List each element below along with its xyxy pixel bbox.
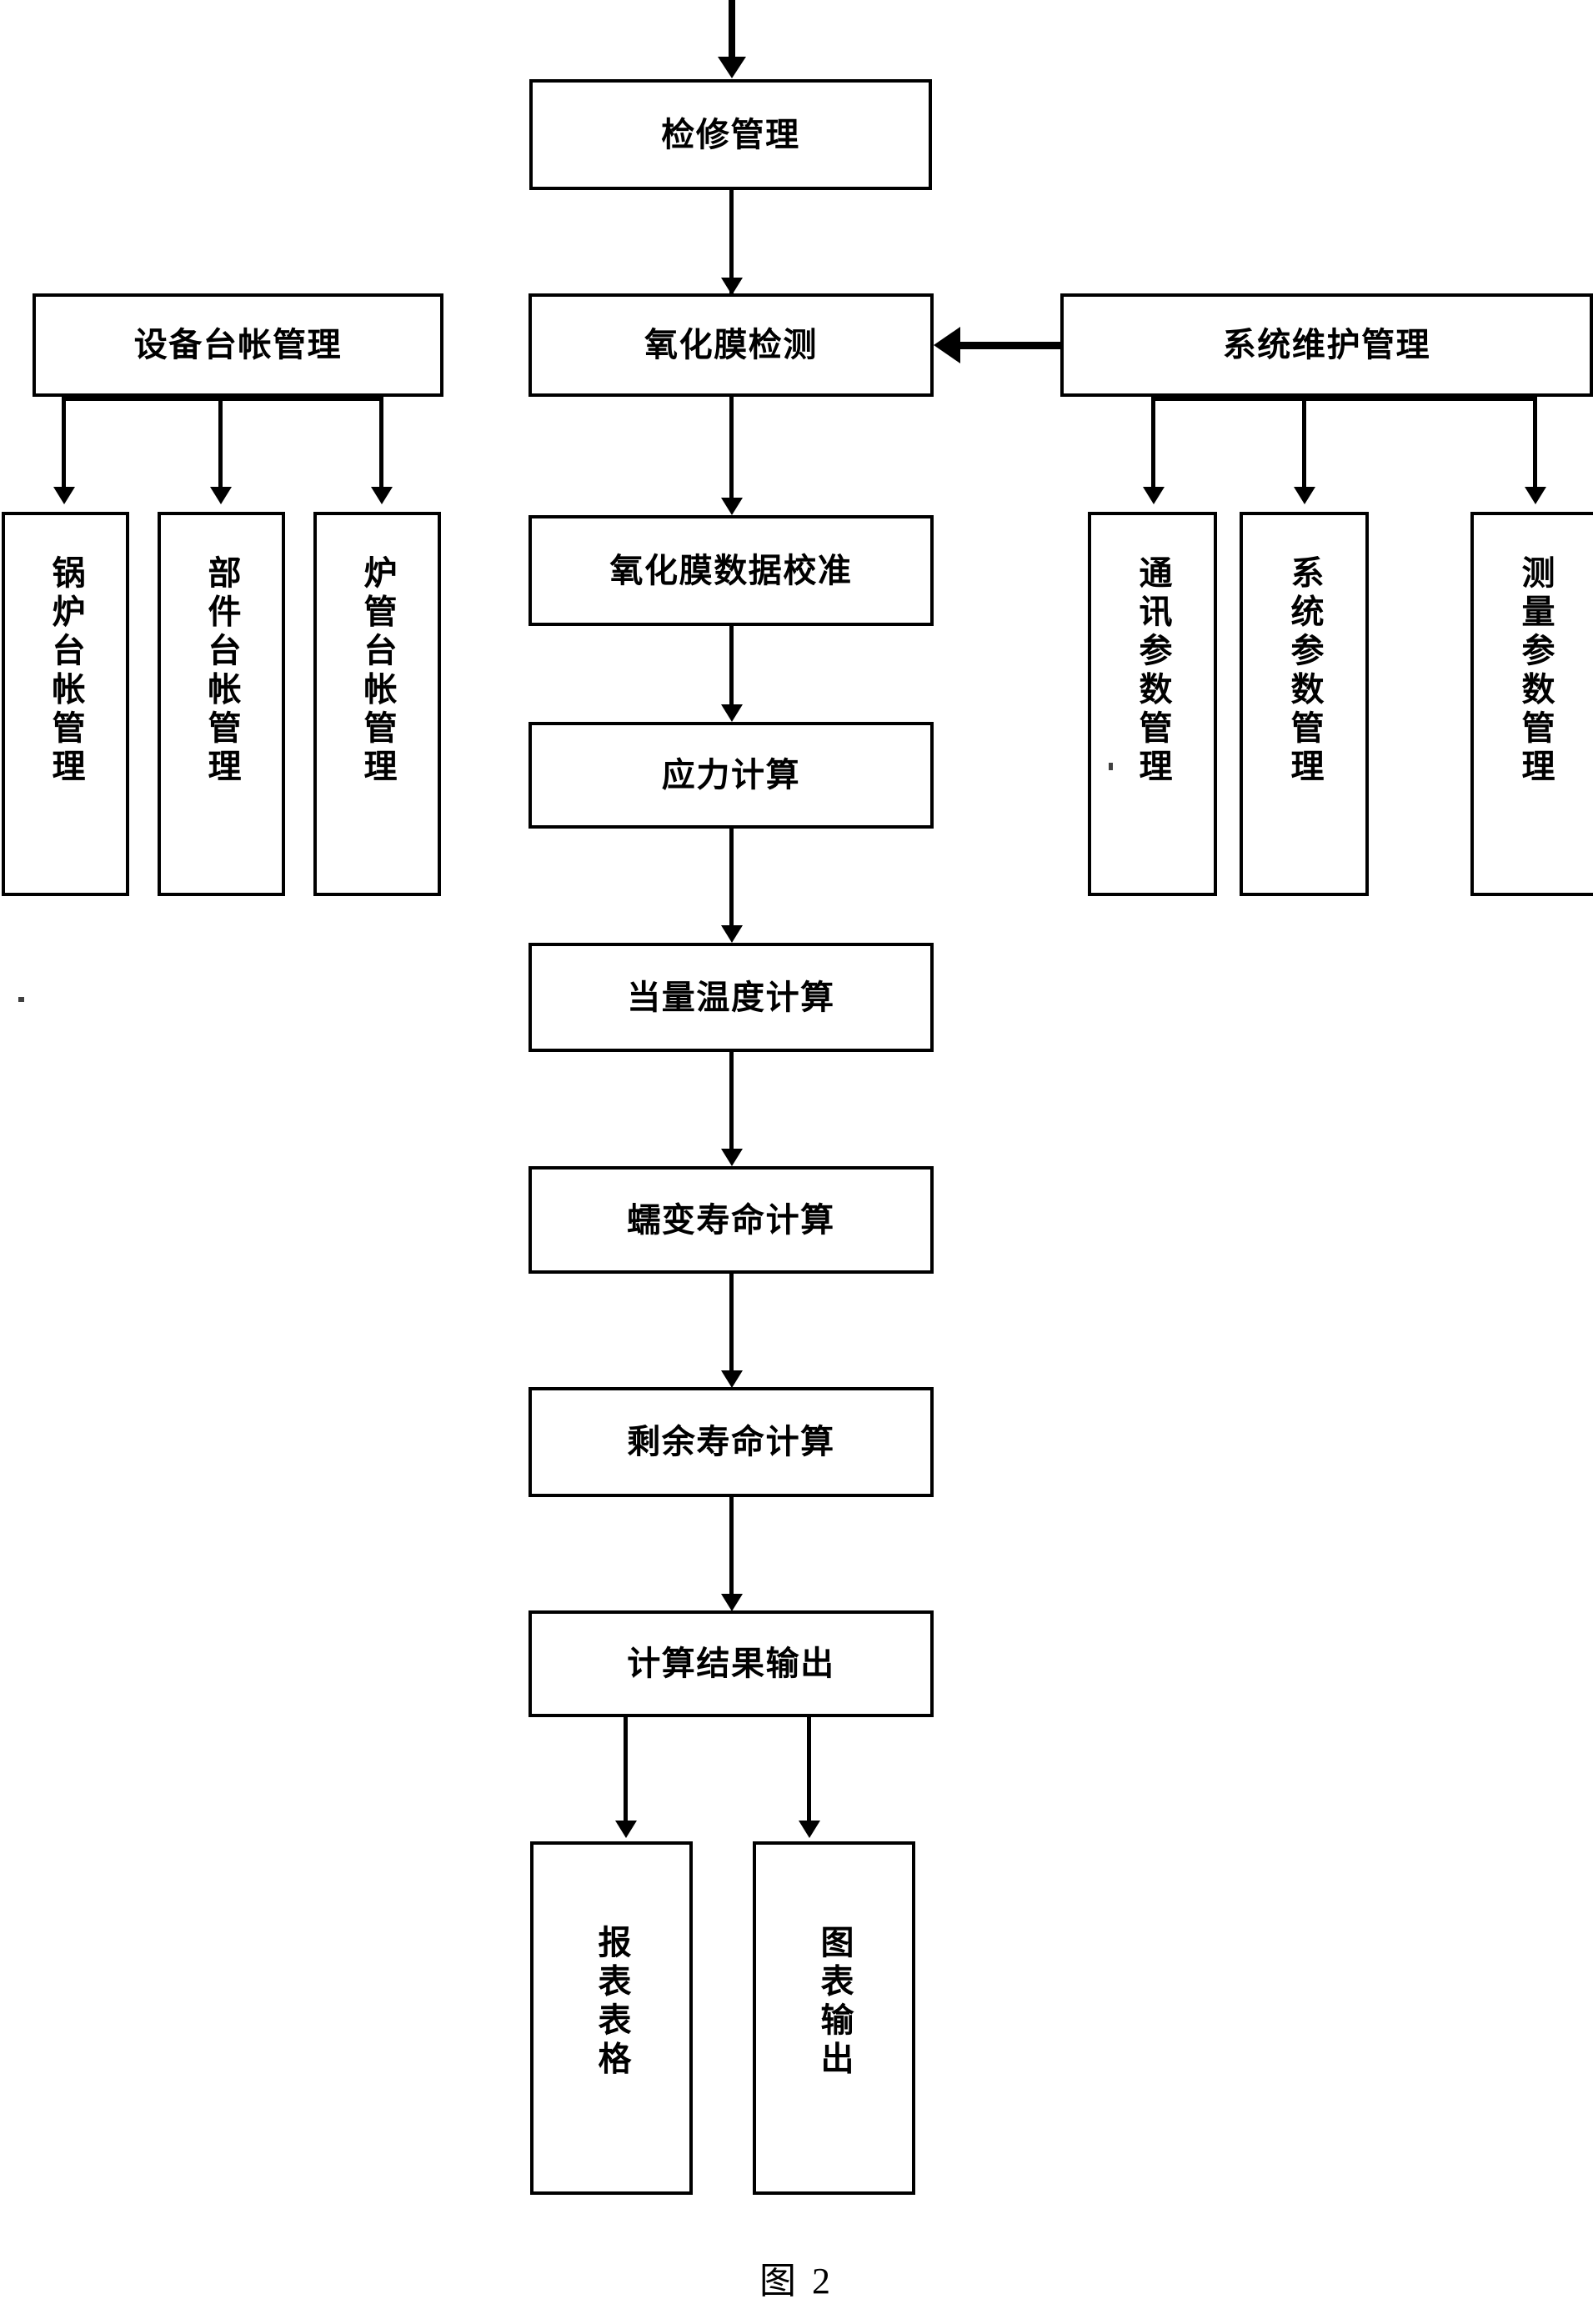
arrowhead-down-icon (1525, 487, 1546, 504)
node-communication-parameter-management[interactable]: 通讯参数管理 (1088, 512, 1217, 896)
arrowhead-down-icon (721, 1149, 743, 1166)
node-system-maintenance-management-label: 系统维护管理 (1222, 326, 1431, 364)
edge-stress-calculation-to-equivalent-temperature-calculation (729, 829, 734, 937)
node-calculation-result-output-label: 计算结果输出 (627, 1645, 835, 1683)
node-remaining-life-calculation-label: 剩余寿命计算 (627, 1423, 835, 1461)
node-system-parameter-management-label: 系统参数管理 (1285, 555, 1324, 788)
edge-system-maintenance-to-system-parameter (1302, 397, 1306, 490)
node-equivalent-temperature-calculation-label: 当量温度计算 (627, 978, 835, 1016)
node-equipment-ledger-management-label: 设备台帐管理 (133, 326, 343, 364)
edge-system-maintenance-to-communication-parameter (1151, 397, 1155, 490)
node-report-table[interactable]: 报表表格 (530, 1841, 693, 2195)
figure-caption: 图 2 (759, 2261, 834, 2301)
node-boiler-ledger-management-label: 锅炉台帐管理 (47, 555, 85, 788)
node-system-parameter-management[interactable]: 系统参数管理 (1240, 512, 1369, 896)
node-creep-life-calculation-label: 蠕变寿命计算 (627, 1200, 835, 1239)
arrowhead-down-icon (718, 57, 746, 78)
arrowhead-down-icon (371, 487, 393, 504)
edge-equipment-ledger-to-component-ledger (218, 397, 223, 490)
edge-calculation-result-output-to-report-table (624, 1717, 628, 1832)
node-measurement-parameter-management[interactable]: 测量参数管理 (1470, 512, 1593, 896)
node-calculation-result-output[interactable]: 计算结果输出 (528, 1610, 934, 1717)
node-remaining-life-calculation[interactable]: 剩余寿命计算 (528, 1387, 934, 1497)
node-oxide-film-data-calibration-label: 氧化膜数据校准 (609, 551, 853, 589)
arrowhead-left-icon (934, 327, 960, 363)
edge-remaining-life-calculation-to-calculation-result-output (729, 1497, 734, 1605)
node-stress-calculation-label: 应力计算 (661, 756, 801, 794)
edge-system-maintenance-branch-bus (1151, 397, 1536, 401)
edge-oxide-film-detection-to-oxide-film-data-calibration (729, 397, 734, 509)
node-maintenance-management[interactable]: 检修管理 (529, 79, 932, 190)
node-boiler-ledger-management[interactable]: 锅炉台帐管理 (2, 512, 129, 896)
node-oxide-film-detection-label: 氧化膜检测 (644, 326, 818, 364)
node-equipment-ledger-management[interactable]: 设备台帐管理 (33, 293, 443, 397)
node-furnace-tube-ledger-management-label: 炉管台帐管理 (358, 555, 397, 788)
arrowhead-down-icon (53, 487, 75, 504)
arrowhead-down-icon (721, 498, 743, 515)
arrowhead-down-icon (721, 1594, 743, 1611)
edge-creep-life-calculation-to-remaining-life-calculation (729, 1274, 734, 1382)
edge-external-to-maintenance-management (729, 0, 735, 60)
node-oxide-film-detection[interactable]: 氧化膜检测 (528, 293, 934, 397)
node-report-table-label: 报表表格 (593, 1925, 631, 2080)
node-equivalent-temperature-calculation[interactable]: 当量温度计算 (528, 943, 934, 1052)
arrowhead-down-icon (799, 1821, 820, 1838)
node-component-ledger-management-label: 部件台帐管理 (203, 555, 241, 788)
edge-equipment-ledger-to-furnace-tube-ledger (379, 397, 383, 490)
edge-equivalent-temperature-calculation-to-creep-life-calculation (729, 1052, 734, 1160)
arrowhead-down-icon (721, 925, 743, 943)
scan-artifact (18, 997, 24, 1002)
edge-system-maintenance-to-measurement-parameter (1533, 397, 1537, 490)
node-furnace-tube-ledger-management[interactable]: 炉管台帐管理 (313, 512, 441, 896)
node-chart-output-label: 图表输出 (815, 1925, 854, 2080)
node-component-ledger-management[interactable]: 部件台帐管理 (158, 512, 285, 896)
node-system-maintenance-management[interactable]: 系统维护管理 (1060, 293, 1593, 397)
edge-calculation-result-output-to-chart-output (807, 1717, 811, 1832)
node-chart-output[interactable]: 图表输出 (753, 1841, 915, 2195)
node-stress-calculation[interactable]: 应力计算 (528, 722, 934, 829)
arrowhead-down-icon (615, 1821, 637, 1838)
node-oxide-film-data-calibration[interactable]: 氧化膜数据校准 (528, 515, 934, 626)
arrowhead-down-icon (1294, 487, 1315, 504)
node-measurement-parameter-management-label: 测量参数管理 (1516, 555, 1555, 788)
arrowhead-down-icon (721, 278, 743, 295)
node-creep-life-calculation[interactable]: 蠕变寿命计算 (528, 1166, 934, 1274)
scan-artifact (1109, 763, 1113, 770)
arrowhead-down-icon (210, 487, 232, 504)
figure-canvas: 检修管理 设备台帐管理 氧化膜检测 系统维护管理 锅炉台帐管理 部件台帐管理 炉… (0, 0, 1593, 2324)
edge-system-maintenance-to-oxide-film-detection (960, 342, 1062, 349)
arrowhead-down-icon (721, 704, 743, 722)
edge-equipment-ledger-to-boiler-ledger (62, 397, 66, 490)
node-communication-parameter-management-label: 通讯参数管理 (1134, 555, 1172, 788)
arrowhead-down-icon (721, 1370, 743, 1388)
node-maintenance-management-label: 检修管理 (661, 115, 800, 153)
arrowhead-down-icon (1143, 487, 1165, 504)
